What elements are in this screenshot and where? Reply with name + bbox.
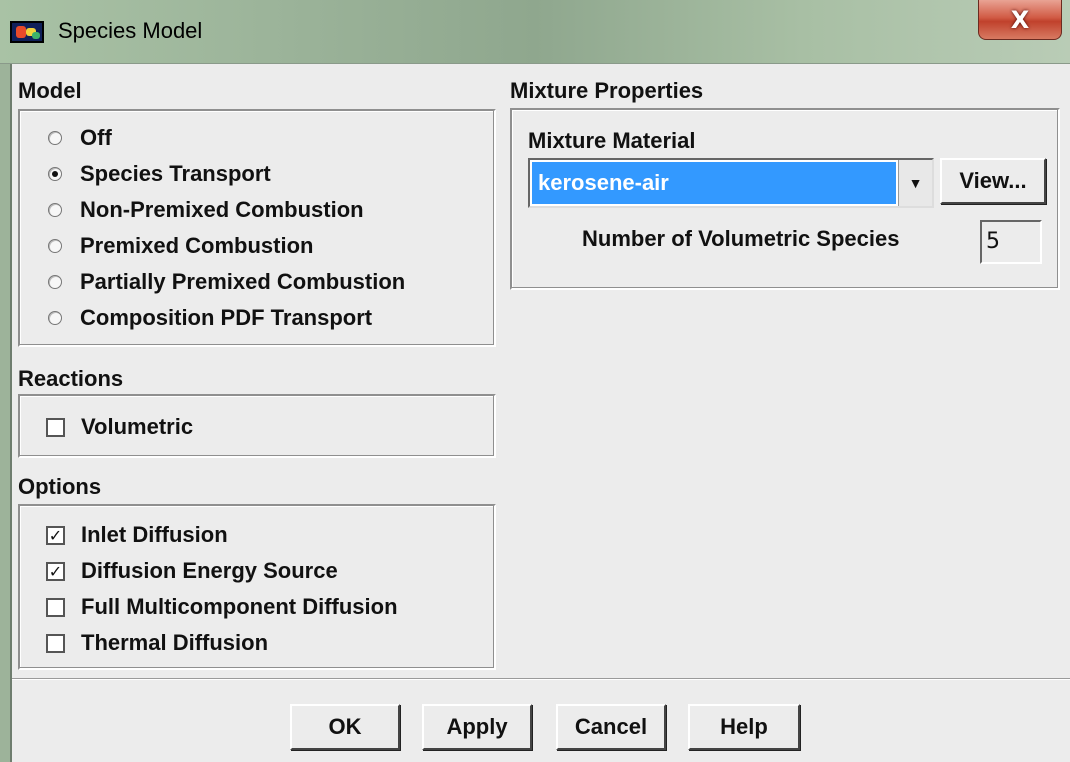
- window-frame: [0, 64, 12, 762]
- separator: [12, 678, 1070, 680]
- view-button[interactable]: View...: [940, 158, 1046, 204]
- radio-composition-pdf-transport[interactable]: Composition PDF Transport: [48, 303, 372, 333]
- radio-button-icon[interactable]: [48, 131, 62, 145]
- chevron-down-icon[interactable]: ▼: [898, 160, 932, 206]
- checkbox-inlet-diffusion[interactable]: ✓ Inlet Diffusion: [46, 520, 228, 550]
- checkbox-label: Thermal Diffusion: [81, 630, 269, 655]
- options-group: ✓ Inlet Diffusion ✓ Diffusion Energy Sou…: [18, 504, 496, 670]
- checkbox-label: Volumetric: [81, 414, 194, 439]
- reactions-title: Reactions: [18, 366, 124, 391]
- radio-label: Non-Premixed Combustion: [80, 197, 364, 222]
- checkbox-thermal-diffusion[interactable]: Thermal Diffusion: [46, 628, 268, 658]
- checkbox-unchecked-icon[interactable]: [46, 417, 65, 437]
- checkbox-full-multicomponent-diffusion[interactable]: Full Multicomponent Diffusion: [46, 592, 398, 622]
- radio-button-icon[interactable]: [48, 311, 62, 325]
- apply-button[interactable]: Apply: [422, 704, 532, 750]
- radio-button-icon[interactable]: [48, 239, 62, 253]
- close-button[interactable]: X: [978, 0, 1062, 40]
- checkbox-diffusion-energy-source[interactable]: ✓ Diffusion Energy Source: [46, 556, 338, 586]
- radio-non-premixed-combustion[interactable]: Non-Premixed Combustion: [48, 195, 364, 225]
- radio-premixed-combustion[interactable]: Premixed Combustion: [48, 231, 313, 261]
- window-title: Species Model: [58, 18, 203, 43]
- checkbox-label: Inlet Diffusion: [81, 522, 228, 547]
- mixture-material-label: Mixture Material: [528, 128, 696, 153]
- radio-label: Partially Premixed Combustion: [80, 269, 406, 294]
- checkbox-checked-icon[interactable]: ✓: [46, 525, 65, 545]
- model-title: Model: [18, 78, 82, 103]
- mixture-material-value: kerosene-air: [532, 162, 896, 204]
- species-count-field[interactable]: 5: [980, 220, 1042, 264]
- radio-partially-premixed-combustion[interactable]: Partially Premixed Combustion: [48, 267, 405, 297]
- checkbox-volumetric[interactable]: Volumetric: [46, 412, 193, 442]
- radio-off[interactable]: Off: [48, 123, 112, 153]
- checkbox-unchecked-icon[interactable]: [46, 633, 65, 653]
- reactions-group: Volumetric: [18, 394, 496, 458]
- ok-button[interactable]: OK: [290, 704, 400, 750]
- app-icon: [10, 21, 44, 43]
- checkbox-unchecked-icon[interactable]: [46, 597, 65, 617]
- title-bar[interactable]: Species Model X: [0, 0, 1070, 64]
- model-group: Off Species Transport Non-Premixed Combu…: [18, 109, 496, 347]
- help-button[interactable]: Help: [688, 704, 800, 750]
- radio-label: Premixed Combustion: [80, 233, 314, 258]
- radio-button-selected-icon[interactable]: [48, 167, 62, 181]
- checkbox-checked-icon[interactable]: ✓: [46, 561, 65, 581]
- mixture-material-dropdown[interactable]: kerosene-air ▼: [528, 158, 934, 208]
- cancel-button[interactable]: Cancel: [556, 704, 666, 750]
- mixture-properties-title: Mixture Properties: [510, 78, 704, 103]
- radio-label: Off: [80, 125, 112, 150]
- species-count-label: Number of Volumetric Species: [582, 226, 900, 251]
- options-title: Options: [18, 474, 102, 499]
- dialog-body: Model Off Species Transport Non-Premixed…: [12, 64, 1070, 762]
- checkbox-label: Full Multicomponent Diffusion: [81, 594, 398, 619]
- radio-button-icon[interactable]: [48, 275, 62, 289]
- checkbox-label: Diffusion Energy Source: [81, 558, 338, 583]
- radio-button-icon[interactable]: [48, 203, 62, 217]
- radio-label: Species Transport: [80, 161, 271, 186]
- radio-species-transport[interactable]: Species Transport: [48, 159, 271, 189]
- radio-label: Composition PDF Transport: [80, 305, 373, 330]
